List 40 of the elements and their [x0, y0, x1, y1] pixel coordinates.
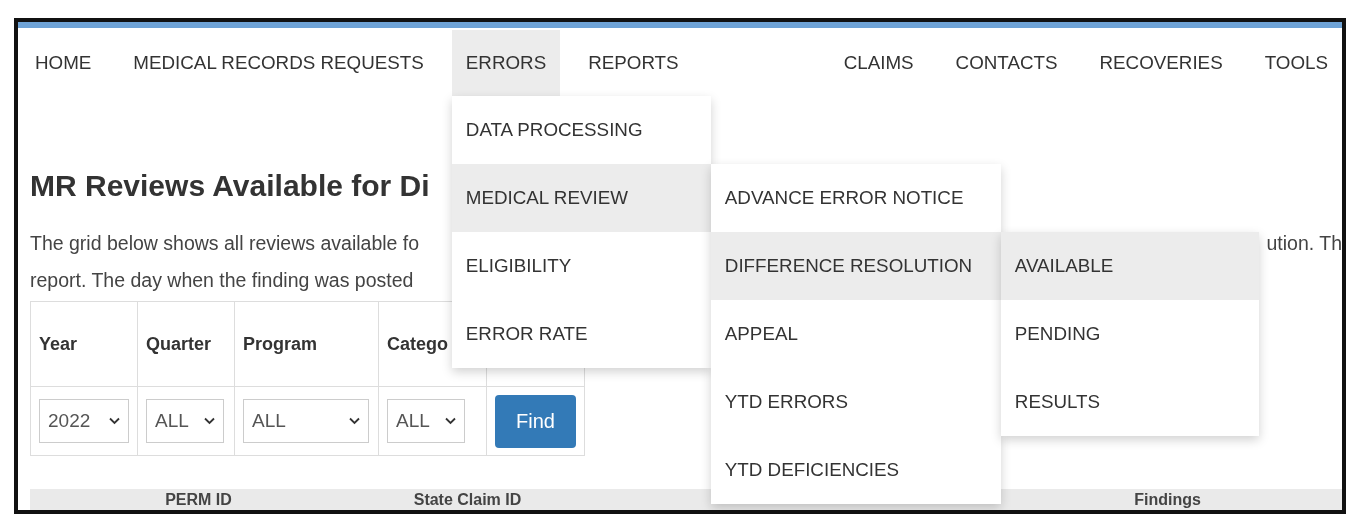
find-button[interactable]: Find: [495, 394, 576, 448]
nav-link[interactable]: ERRORS: [451, 30, 561, 96]
menu-item[interactable]: DATA PROCESSING: [451, 96, 711, 164]
column-label: Quarter: [146, 333, 212, 354]
nav-link[interactable]: TOOLS: [1250, 30, 1342, 96]
description-text: report. The day when the finding was posted: [30, 268, 414, 293]
select-field[interactable]: 2022: [39, 399, 129, 443]
menu-item[interactable]: APPEAL: [710, 300, 1001, 368]
nav-link[interactable]: REPORTS: [574, 30, 693, 96]
select-field[interactable]: ALL: [146, 399, 224, 443]
nav-link[interactable]: CLAIMS: [829, 30, 928, 96]
description-text: The grid below shows all reviews available fo: [30, 231, 420, 256]
menu-item[interactable]: AVAILABLE: [1000, 232, 1259, 300]
select-field[interactable]: ALL: [387, 399, 465, 443]
menu-item[interactable]: PENDING: [1000, 300, 1259, 368]
chevron-down-icon: [109, 417, 120, 425]
nav-link[interactable]: RECOVERIES: [1085, 30, 1237, 96]
column-header[interactable]: PERM ID: [62, 489, 335, 509]
column-header[interactable]: Findings: [1100, 489, 1235, 509]
menu-item[interactable]: DIFFERENCE RESOLUTION: [710, 232, 1001, 300]
nav-link[interactable]: HOME: [21, 30, 106, 96]
menu-item[interactable]: ELIGIBILITY: [451, 232, 711, 300]
chevron-down-icon: [204, 417, 215, 425]
menu-item[interactable]: ADVANCE ERROR NOTICE: [710, 164, 1001, 232]
nav-link[interactable]: CONTACTS: [941, 30, 1072, 96]
column-label: Catego: [387, 333, 448, 354]
column-header[interactable]: State Claim ID: [335, 489, 600, 509]
select-field[interactable]: ALL: [243, 399, 369, 443]
chevron-down-icon: [349, 417, 360, 425]
column-label: Program: [243, 333, 318, 354]
nav-link[interactable]: MEDICAL RECORDS REQUESTS: [119, 30, 438, 96]
description-text: ution. Th: [1266, 231, 1342, 256]
menu-item[interactable]: YTD ERRORS: [710, 368, 1001, 436]
menu-item[interactable]: RESULTS: [1000, 368, 1259, 436]
menu-item[interactable]: MEDICAL REVIEW: [451, 164, 711, 232]
menu-item[interactable]: ERROR RATE: [451, 300, 711, 368]
column-label: Year: [39, 333, 78, 354]
menu-item[interactable]: YTD DEFICIENCIES: [710, 436, 1001, 504]
chevron-down-icon: [445, 417, 456, 425]
page-heading: MR Reviews Available for Di: [30, 169, 430, 203]
